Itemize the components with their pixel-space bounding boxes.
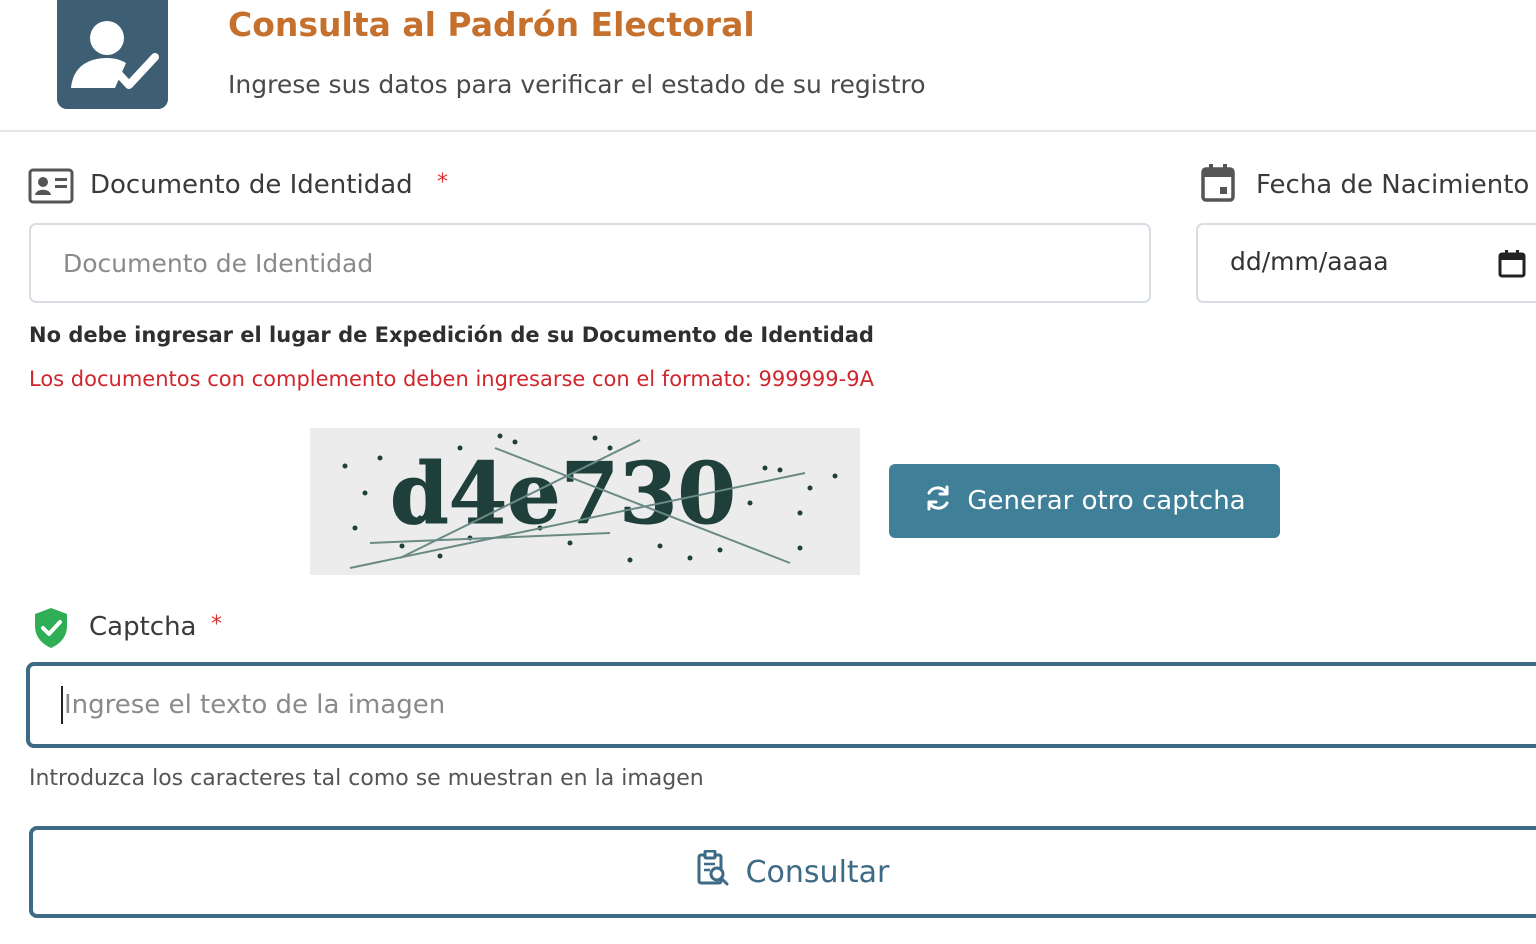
captcha-required-mark: * <box>211 612 222 637</box>
page: Consulta al Padrón Electoral Ingrese sus… <box>0 0 1536 944</box>
consult-label: Consultar <box>745 854 890 890</box>
regenerate-captcha-label: Generar otro captcha <box>967 486 1246 516</box>
refresh-icon <box>923 483 953 520</box>
captcha-label: Captcha <box>89 612 197 642</box>
clipboard-search-icon <box>696 849 730 894</box>
captcha-image-text: d4e730 <box>390 444 736 543</box>
regenerate-captcha-button[interactable]: Generar otro captcha <box>889 464 1280 538</box>
document-input[interactable] <box>29 223 1151 303</box>
consult-button[interactable]: Consultar <box>29 826 1536 918</box>
header-divider <box>0 130 1536 132</box>
birthdate-value: dd/mm/aaaa <box>1230 247 1389 276</box>
text-cursor <box>61 686 63 724</box>
id-card-icon <box>28 168 74 208</box>
document-label: Documento de Identidad <box>90 170 413 200</box>
birthdate-input[interactable]: dd/mm/aaaa <box>1196 223 1536 303</box>
page-subtitle: Ingrese sus datos para verificar el esta… <box>228 70 926 99</box>
captcha-helper-text: Introduzca los caracteres tal como se mu… <box>29 766 704 791</box>
document-note: No debe ingresar el lugar de Expedición … <box>29 323 874 347</box>
page-title: Consulta al Padrón Electoral <box>228 5 755 44</box>
user-check-icon <box>57 0 168 109</box>
format-note: Los documentos con complemento deben ing… <box>29 367 874 391</box>
captcha-image: d4e730 <box>310 428 860 575</box>
calendar-picker-icon[interactable] <box>1498 250 1526 282</box>
calendar-icon <box>1200 163 1236 207</box>
captcha-input[interactable] <box>26 662 1536 748</box>
shield-check-icon <box>32 606 70 654</box>
document-required-mark: * <box>437 170 448 195</box>
birthdate-label: Fecha de Nacimiento <box>1256 170 1530 200</box>
